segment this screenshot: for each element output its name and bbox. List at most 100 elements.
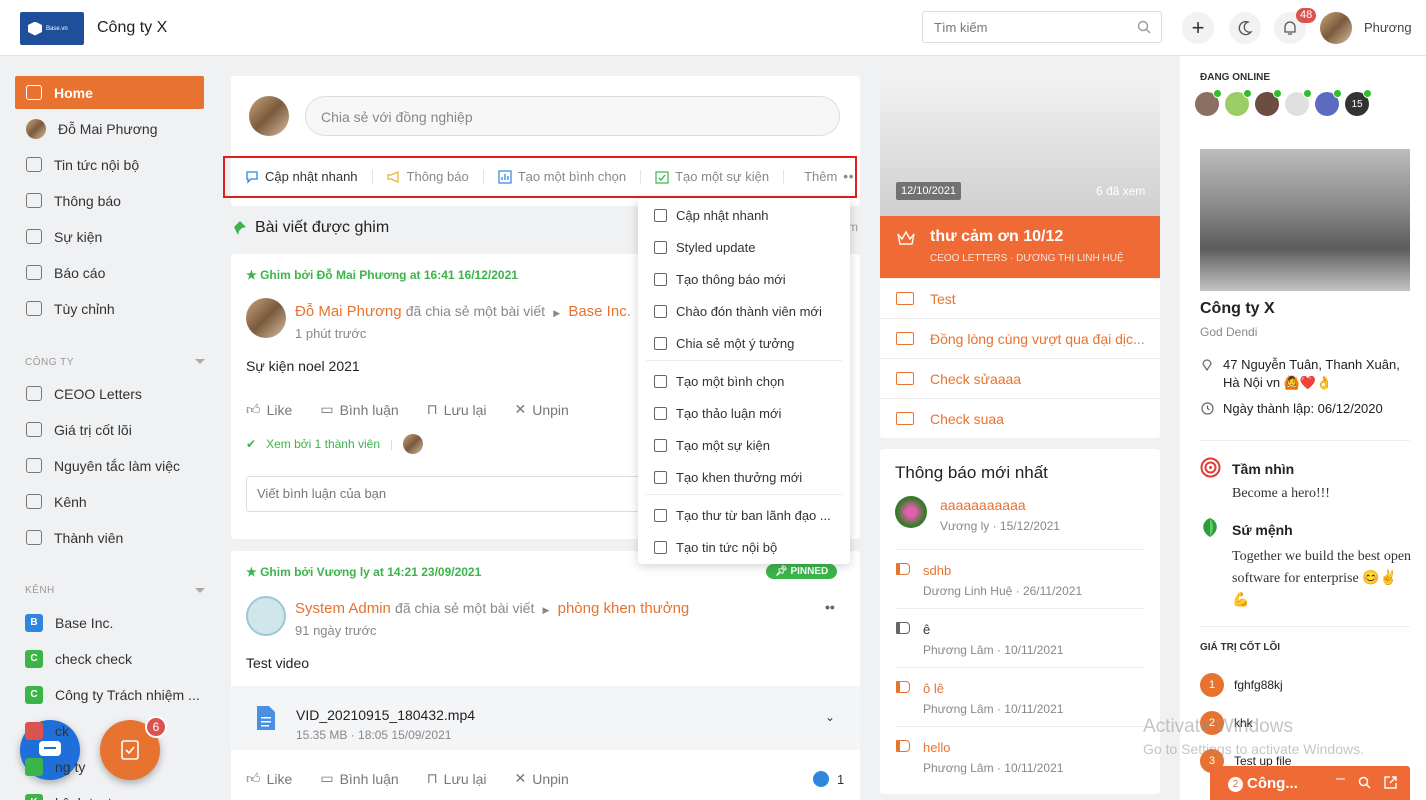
post-menu-dots-icon[interactable]: •• [825,599,835,615]
sidebar-item-5[interactable]: Báo cáo [15,256,204,289]
sidebar-channel-1[interactable]: Ccheck check [15,642,204,675]
save-button[interactable]: ⊓ Lưu lại [427,401,487,418]
online-user[interactable] [1195,89,1222,116]
chat-bar[interactable]: 2 Công... – [1210,766,1410,800]
notification-item[interactable]: ê Phương Lâm · 10/11/2021 [896,622,1130,657]
like-button[interactable]: 👍︎ Like [246,401,292,418]
notification-thumb [895,496,927,528]
letter-item[interactable]: Đồng lòng cùng vượt qua đại dịc... [880,318,1160,358]
caret-down-icon[interactable] [195,588,205,593]
letter-item[interactable]: Check suaa [880,398,1160,438]
notification-row[interactable]: sdhb Dương Linh Huệ · 26/11/2021 [880,549,1160,598]
divider [783,169,785,184]
comment-button[interactable]: ▭ Bình luận [320,770,398,787]
divider [1200,440,1410,441]
notification-item[interactable]: sdhb Dương Linh Huệ · 26/11/2021 [896,563,1130,598]
dark-mode-button[interactable] [1229,12,1261,44]
dropdown-item-0[interactable]: Cập nhật nhanh [654,208,769,223]
unpin-button[interactable]: ✕ Unpin [515,770,569,787]
online-user[interactable] [1225,89,1252,116]
post-target[interactable]: Base Inc. [568,303,631,320]
save-button[interactable]: ⊓ Lưu lại [427,770,487,787]
sidebar-channel-0[interactable]: B Base Inc. [15,606,204,639]
more-button[interactable]: Thêm •• [804,169,854,184]
comment-button[interactable]: ▭ Bình luận [320,401,398,418]
letter-item[interactable]: Test [880,278,1160,318]
author-name[interactable]: Đỗ Mai Phương [295,303,402,320]
author-avatar[interactable] [246,596,286,636]
sidebar-company-item-0[interactable]: CEOO Letters [15,377,204,410]
sidebar-channel-2[interactable]: C Công ty Trách nhiệm ... [15,678,204,711]
sidebar-item-0[interactable]: Home [15,76,204,109]
like-button[interactable]: 👍︎ Like [246,770,292,787]
founded-date: Ngày thành lập: 06/12/2020 [1223,401,1383,416]
notification-badge: 48 [1296,8,1317,23]
search-icon[interactable] [1137,20,1151,34]
divider [895,608,1145,609]
caret-down-icon[interactable] [195,359,205,364]
post-target[interactable]: phòng khen thưởng [558,600,690,617]
seen-by[interactable]: ✔ Xem bởi 1 thành viên | [246,434,424,454]
add-button[interactable]: + [1182,12,1214,44]
featured-letter[interactable]: thư cảm ơn 10/12 CEOO LETTERS · DƯƠNG TH… [880,216,1160,278]
online-user[interactable] [1315,89,1342,116]
attachment[interactable]: VID_20210915_180432.mp4 15.35 MB · 18:05… [231,686,860,750]
sidebar-channel-4[interactable]: ng ty [15,750,204,783]
sidebar-item-1[interactable]: Đỗ Mai Phương [15,112,204,145]
sidebar-item-6[interactable]: Tùy chỉnh [15,292,204,325]
unpin-button[interactable]: ✕ Unpin [515,401,569,418]
user-avatar[interactable] [1320,12,1352,44]
dropdown-item-7[interactable]: Tạo một sự kiện [654,438,770,453]
search-box[interactable] [922,11,1162,43]
sidebar-company-item-3[interactable]: Kênh [15,485,204,518]
core-value-item[interactable]: 1 fghfg88kj [1200,673,1283,697]
sidebar-item-4[interactable]: Sự kiện [15,220,204,253]
menu-item-icon [654,337,667,350]
pin-icon [234,221,246,235]
author-avatar[interactable] [246,298,286,338]
chevron-down-icon[interactable]: ⌄ [825,710,835,724]
author-name[interactable]: System Admin [295,600,391,617]
sidebar-company-item-2[interactable]: Nguyên tắc làm việc [15,449,204,482]
composer-input[interactable]: Chia sẻ với đồng nghiệp [305,96,840,136]
file-icon [257,706,275,730]
notification-row[interactable]: ê Phương Lâm · 10/11/2021 [880,608,1160,657]
menu-item-icon [654,509,667,522]
notification-item[interactable]: hello Phương Lâm · 10/11/2021 [896,740,1130,775]
notification-top-title[interactable]: aaaaaaaaaaa [940,497,1026,513]
minimize-icon[interactable]: – [1336,770,1345,788]
sidebar-company-item-4[interactable]: Thành viên [15,521,204,554]
envelope-icon [896,372,914,385]
search-icon[interactable] [1358,776,1371,789]
search-input[interactable] [923,12,1123,42]
sidebar-channel-3[interactable]: ck [15,714,204,747]
dropdown-item-10[interactable]: Tạo tin tức nội bộ [654,540,777,555]
like-count[interactable]: 1 [813,771,844,787]
notification-item[interactable]: ô lê Phương Lâm · 10/11/2021 [896,681,1130,716]
dropdown-item-4[interactable]: Chia sẻ một ý tưởng [654,336,794,351]
create-event-button[interactable]: Tạo một sự kiện [655,169,769,184]
create-poll-button[interactable]: Tạo một bình chọn [498,169,626,184]
dropdown-item-8[interactable]: Tạo khen thưởng mới [654,470,802,485]
notification-row[interactable]: hello Phương Lâm · 10/11/2021 [880,726,1160,775]
announcement-button[interactable]: Thông báo [386,169,469,184]
sidebar-company-item-1[interactable]: Giá trị cốt lõi [15,413,204,446]
dropdown-item-3[interactable]: Chào đón thành viên mới [654,304,822,319]
dropdown-item-1[interactable]: Styled update [654,240,756,255]
dropdown-item-6[interactable]: Tạo thảo luận mới [654,406,781,421]
quick-update-button[interactable]: Cập nhật nhanh [245,169,358,184]
sidebar-channel-5[interactable]: Kkênh test [15,786,204,800]
sidebar-item-3[interactable]: Thông báo [15,184,204,217]
online-more[interactable]: 15 [1345,89,1372,116]
online-user[interactable] [1255,89,1282,116]
dropdown-item-9[interactable]: Tạo thư từ ban lãnh đạo ... [654,508,831,523]
notification-row[interactable]: ô lê Phương Lâm · 10/11/2021 [880,667,1160,716]
user-name[interactable]: Phương [1364,20,1412,35]
open-external-icon[interactable] [1384,776,1397,789]
dropdown-item-5[interactable]: Tạo một bình chọn [654,374,784,389]
base-logo[interactable]: Base.vn [20,12,84,45]
online-user[interactable] [1285,89,1312,116]
sidebar-item-2[interactable]: Tin tức nội bộ [15,148,204,181]
dropdown-item-2[interactable]: Tạo thông báo mới [654,272,786,287]
letter-item[interactable]: Check sửaaaa [880,358,1160,398]
